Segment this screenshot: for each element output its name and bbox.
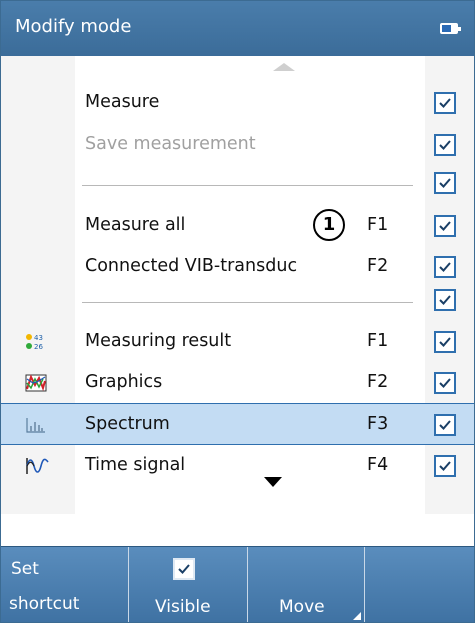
- list-item-label: Measure all: [85, 215, 186, 235]
- list-item-label: Spectrum: [85, 414, 170, 434]
- list-item-label: Measuring result: [85, 331, 232, 351]
- list-item-measure-all[interactable]: Measure all F1: [1, 205, 474, 247]
- svg-text:26: 26: [34, 343, 43, 351]
- separator-line: [82, 185, 413, 186]
- empty-softkey[interactable]: [365, 547, 474, 622]
- softkey-label: Move: [279, 597, 325, 617]
- shortcut-key: F1: [367, 215, 389, 235]
- list-item-label: Time signal: [85, 455, 186, 475]
- visible-checkbox[interactable]: [434, 215, 456, 237]
- visible-checkbox[interactable]: [434, 372, 456, 394]
- modify-mode-window: Modify mode Measure Save measurement Mea…: [0, 0, 475, 623]
- shortcut-key: F3: [367, 414, 389, 434]
- softkey-bar: Set shortcut Visible Move: [1, 546, 474, 622]
- visible-checkbox[interactable]: [434, 331, 456, 353]
- visible-toggle-button[interactable]: Visible: [129, 547, 248, 622]
- visible-checkbox[interactable]: [434, 289, 456, 311]
- title-bar: Modify mode: [1, 1, 474, 56]
- visible-checkbox[interactable]: [434, 256, 456, 278]
- list-item-spectrum[interactable]: Spectrum F3: [1, 403, 474, 445]
- visible-checkbox-icon: [173, 558, 195, 580]
- time-signal-icon: [25, 456, 49, 476]
- visible-checkbox[interactable]: [434, 92, 456, 114]
- list-item-time-signal[interactable]: Time signal F4: [1, 445, 474, 487]
- svg-text:43: 43: [34, 334, 43, 342]
- list-item-label: Graphics: [85, 372, 163, 392]
- softkey-label: shortcut: [9, 594, 80, 614]
- shortcut-key: F2: [367, 372, 389, 392]
- softkey-label: Set: [11, 559, 39, 579]
- menu-list: Measure Save measurement Measure all F1 …: [1, 56, 474, 514]
- visible-checkbox[interactable]: [434, 414, 456, 436]
- callout-marker: 1: [313, 209, 345, 241]
- separator-line: [82, 302, 413, 303]
- move-button[interactable]: Move: [248, 547, 365, 622]
- list-item-label: Save measurement: [85, 134, 256, 154]
- list-item-measure[interactable]: Measure: [1, 82, 474, 124]
- spectrum-icon: [25, 415, 47, 435]
- graphics-icon: [25, 373, 47, 393]
- visible-checkbox[interactable]: [434, 455, 456, 477]
- visible-checkbox[interactable]: [434, 134, 456, 156]
- list-separator[interactable]: [1, 162, 474, 204]
- shortcut-key: F2: [367, 256, 389, 276]
- window-title: Modify mode: [15, 16, 132, 37]
- submenu-corner-icon: [353, 612, 361, 620]
- list-item-save-measurement[interactable]: Save measurement: [1, 124, 474, 166]
- list-item-measuring-result[interactable]: 43 26 Measuring result F1: [1, 321, 474, 363]
- list-item-label: Connected VIB-transduc: [85, 256, 298, 276]
- measuring-result-icon: 43 26: [25, 332, 47, 352]
- shortcut-key: F4: [367, 455, 389, 475]
- list-separator[interactable]: [1, 279, 474, 321]
- battery-icon: [440, 23, 461, 34]
- list-item-graphics[interactable]: Graphics F2: [1, 362, 474, 404]
- scroll-down-icon[interactable]: [264, 477, 282, 487]
- visible-checkbox[interactable]: [434, 172, 456, 194]
- scroll-up-icon[interactable]: [273, 63, 295, 71]
- list-item-label: Measure: [85, 92, 160, 112]
- softkey-label: Visible: [155, 597, 211, 617]
- shortcut-key: F1: [367, 331, 389, 351]
- set-shortcut-button[interactable]: Set shortcut: [1, 547, 129, 622]
